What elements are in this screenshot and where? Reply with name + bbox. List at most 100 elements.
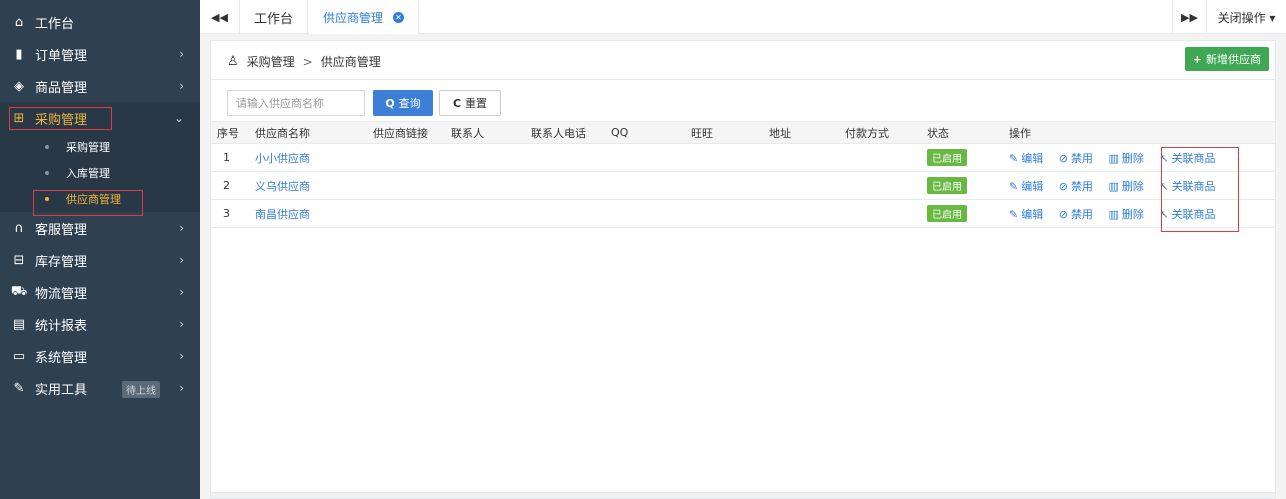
disable-button[interactable]: ⊘ 禁用 <box>1059 180 1093 193</box>
sidebar-item-label: 商品管理 <box>35 80 88 96</box>
delete-label: 删除 <box>1121 207 1144 221</box>
edit-label: 编辑 <box>1021 207 1044 221</box>
cell-qq <box>605 199 685 228</box>
col-link: 供应商链接 <box>367 121 445 144</box>
tab-scroll-left-button[interactable]: ◀◀ <box>200 0 240 34</box>
sidebar-item-logistics[interactable]: ⛟ 物流管理 › <box>0 276 200 308</box>
delete-label: 删除 <box>1121 179 1144 193</box>
edit-icon: ✎ <box>1009 207 1019 221</box>
disable-button[interactable]: ⊘ 禁用 <box>1059 152 1093 165</box>
col-name: 供应商名称 <box>249 121 367 144</box>
relate-products-button[interactable]: ↖ 关联商品 <box>1159 152 1215 165</box>
sidebar-item-inventory[interactable]: ⊟ 库存管理 › <box>0 244 200 276</box>
cell-qq <box>605 143 685 172</box>
sidebar-item-system[interactable]: ▭ 系统管理 › <box>0 340 200 372</box>
col-no: 序号 <box>211 121 249 144</box>
cell-actions: ✎ 编辑 ⊘ 禁用 ▥ 删除 ↖ 关联商品 <box>1003 199 1275 228</box>
tab-label: 工作台 <box>254 11 294 27</box>
sidebar-item-customer-service[interactable]: ∩ 客服管理 › <box>0 212 200 244</box>
col-contact-phone: 联系人电话 <box>525 121 605 144</box>
trash-icon: ▥ <box>1108 207 1119 221</box>
tab-scroll-right-button[interactable]: ▶▶ <box>1172 0 1206 34</box>
sidebar-item-label: 物流管理 <box>35 286 88 302</box>
trash-icon: ▥ <box>1108 151 1119 165</box>
chevron-right-icon: › <box>179 47 184 61</box>
edit-icon: ✎ <box>1009 151 1019 165</box>
content-area: ♙ 采购管理 > 供应商管理 + 新增供应商 Q 查询 C 重置 序号 供应商名… <box>200 34 1286 499</box>
user-tie-icon: ♙ <box>227 54 239 69</box>
horizontal-scrollbar[interactable] <box>211 492 1275 498</box>
supplier-search-input[interactable] <box>227 90 365 116</box>
chevron-right-icon: › <box>179 317 184 331</box>
reset-label: 重置 <box>465 97 488 110</box>
sub-item-warehousing[interactable]: 入库管理 <box>0 160 200 186</box>
query-label: 查询 <box>398 97 421 110</box>
bullet-icon <box>45 145 49 149</box>
cell-link <box>367 199 445 228</box>
sidebar-item-label: 系统管理 <box>35 350 88 366</box>
tab-workbench[interactable]: 工作台 <box>240 0 309 34</box>
link-icon: ↖ <box>1159 207 1169 221</box>
sidebar-item-label: 采购管理 <box>35 112 88 128</box>
cell-wangwang <box>685 143 763 172</box>
sidebar-item-workbench[interactable]: ⌂ 工作台 <box>0 6 200 38</box>
sub-item-label: 入库管理 <box>66 167 110 180</box>
cell-link <box>367 171 445 200</box>
add-supplier-label: 新增供应商 <box>1206 53 1261 66</box>
ban-icon: ⊘ <box>1058 151 1068 165</box>
sidebar-item-tools[interactable]: ✎ 实用工具 待上线 › <box>0 372 200 404</box>
query-button[interactable]: Q 查询 <box>373 90 433 116</box>
cart-icon: ⊞ <box>13 110 25 126</box>
sub-item-purchasing[interactable]: 采购管理 <box>0 134 200 160</box>
edit-button[interactable]: ✎ 编辑 <box>1009 208 1043 221</box>
supplier-name-link[interactable]: 南昌供应商 <box>249 199 367 228</box>
divider <box>211 79 1275 80</box>
cell-address <box>763 143 839 172</box>
edit-button[interactable]: ✎ 编辑 <box>1009 180 1043 193</box>
add-supplier-button[interactable]: + 新增供应商 <box>1184 47 1269 71</box>
coming-soon-badge: 待上线 <box>122 381 160 398</box>
sidebar-item-label: 库存管理 <box>35 254 88 270</box>
cell-no: 2 <box>211 171 249 200</box>
cell-status: 已启用 <box>921 171 1003 200</box>
relate-products-button[interactable]: ↖ 关联商品 <box>1159 180 1215 193</box>
breadcrumb-parent[interactable]: 采购管理 <box>247 53 295 70</box>
close-icon[interactable]: ✕ <box>393 11 405 23</box>
delete-label: 删除 <box>1121 151 1144 165</box>
relate-products-label: 关联商品 <box>1171 179 1216 193</box>
cell-wangwang <box>685 199 763 228</box>
edit-button[interactable]: ✎ 编辑 <box>1009 152 1043 165</box>
chevron-right-icon: › <box>179 79 184 93</box>
sub-item-supplier[interactable]: 供应商管理 <box>0 186 200 212</box>
disable-button[interactable]: ⊘ 禁用 <box>1059 208 1093 221</box>
trash-icon: ▥ <box>1108 179 1119 193</box>
bullet-icon <box>45 171 49 175</box>
sidebar-item-reports[interactable]: ▤ 统计报表 › <box>0 308 200 340</box>
clipboard-icon: ▮ <box>15 46 23 62</box>
report-icon: ▤ <box>12 316 26 332</box>
chevron-right-icon: › <box>179 381 184 395</box>
relate-products-button[interactable]: ↖ 关联商品 <box>1159 208 1215 221</box>
col-address: 地址 <box>763 121 839 144</box>
delete-button[interactable]: ▥ 删除 <box>1108 180 1143 193</box>
supplier-name-link[interactable]: 义乌供应商 <box>249 171 367 200</box>
reset-button[interactable]: C 重置 <box>439 90 501 116</box>
status-badge: 已启用 <box>927 177 967 194</box>
supplier-name-link[interactable]: 小小供应商 <box>249 143 367 172</box>
cell-contact <box>445 143 525 172</box>
breadcrumb: ♙ 采购管理 > 供应商管理 <box>227 53 381 70</box>
disable-label: 禁用 <box>1070 207 1093 221</box>
sidebar-item-products[interactable]: ◈ 商品管理 › <box>0 70 200 102</box>
sidebar-item-purchasing[interactable]: ⊞ 采购管理 ⌄ <box>0 102 200 134</box>
wrench-icon: ✎ <box>13 380 25 396</box>
chevron-down-icon: ⌄ <box>173 111 184 125</box>
sidebar-item-label: 统计报表 <box>35 318 88 334</box>
sidebar: ⌂ 工作台 ▮ 订单管理 › ◈ 商品管理 › ⊞ 采购管理 ⌄ 采购管理 入库… <box>0 0 200 499</box>
delete-button[interactable]: ▥ 删除 <box>1108 208 1143 221</box>
sidebar-item-orders[interactable]: ▮ 订单管理 › <box>0 38 200 70</box>
sub-item-label: 供应商管理 <box>66 193 121 206</box>
cell-actions: ✎ 编辑 ⊘ 禁用 ▥ 删除 ↖ 关联商品 <box>1003 171 1275 200</box>
close-operations-dropdown[interactable]: 关闭操作 ▾ <box>1206 0 1286 34</box>
delete-button[interactable]: ▥ 删除 <box>1108 152 1143 165</box>
tab-supplier[interactable]: 供应商管理 ✕ <box>309 0 420 34</box>
